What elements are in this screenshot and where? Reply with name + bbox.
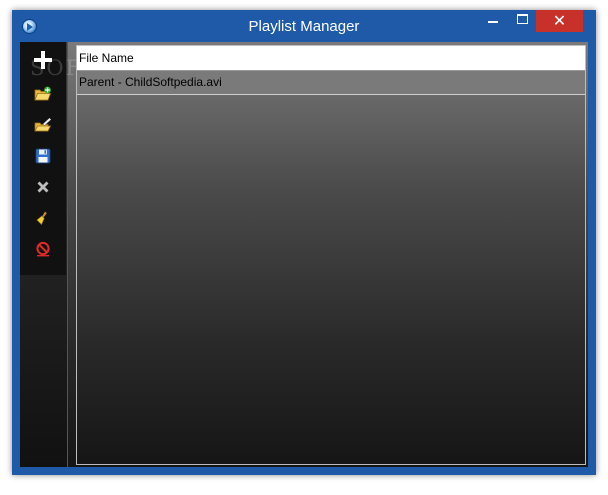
open-folder-icon [34, 86, 52, 101]
stop-icon [36, 241, 50, 257]
clear-broom-icon [36, 211, 47, 226]
remove-icon [37, 181, 49, 193]
table-header: File Name [77, 46, 585, 71]
open-files-button[interactable] [31, 82, 55, 106]
stop-button[interactable] [31, 237, 55, 261]
table-row[interactable]: Parent - ChildSoftpedia.avi [77, 71, 585, 95]
title-bar[interactable]: Playlist Manager ✕ [12, 10, 596, 43]
close-icon: ✕ [552, 11, 567, 30]
add-button[interactable] [31, 48, 55, 72]
minimize-button[interactable] [480, 10, 506, 32]
playlist-table: File Name Parent - ChildSoftpedia.avi [76, 45, 586, 465]
open-folder-edit-icon [34, 117, 52, 132]
open-playlist-button[interactable] [31, 113, 55, 137]
save-icon [35, 148, 51, 164]
minimize-icon [488, 21, 498, 24]
toolbar [20, 42, 66, 275]
remove-button[interactable] [31, 175, 55, 199]
maximize-button[interactable] [509, 10, 535, 32]
save-button[interactable] [31, 144, 55, 168]
app-window: Playlist Manager ✕ File Name Parent - Ch… [12, 10, 596, 475]
sidebar [20, 42, 68, 467]
add-icon [34, 51, 52, 69]
clear-button[interactable] [31, 206, 55, 230]
client-area: SOFTPEDIA File Name Parent - ChildSoftpe… [20, 42, 588, 467]
file-name-cell: Parent - ChildSoftpedia.avi [79, 75, 222, 89]
close-button[interactable]: ✕ [536, 10, 583, 32]
maximize-icon [516, 14, 528, 25]
column-header-file-name[interactable]: File Name [79, 51, 134, 65]
